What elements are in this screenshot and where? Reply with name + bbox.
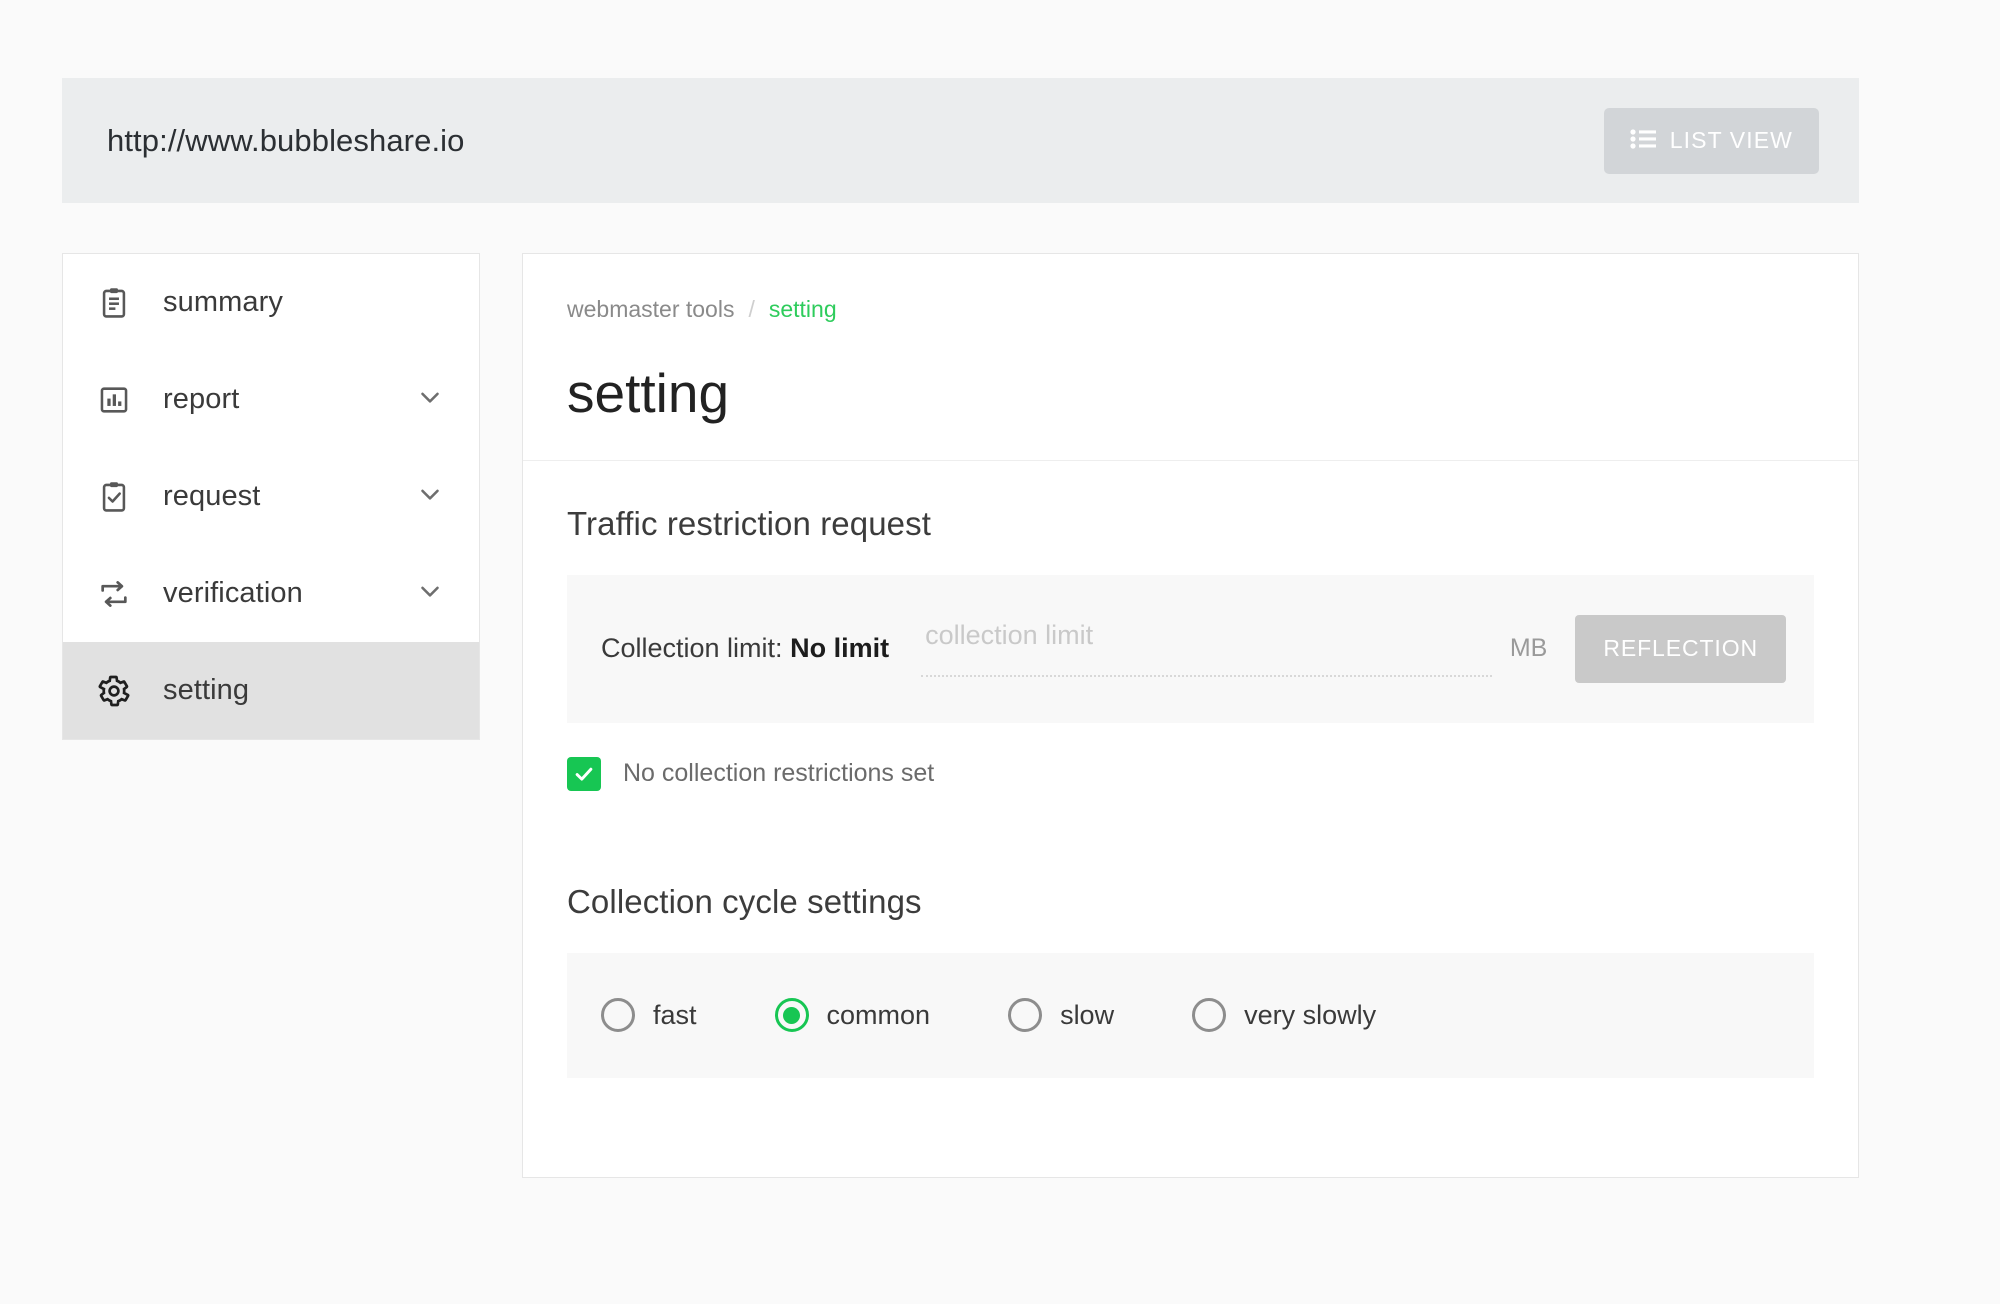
chevron-down-icon[interactable] — [415, 576, 445, 611]
sidebar-item-label: request — [163, 480, 261, 512]
card-body: Traffic restriction request Collection l… — [523, 461, 1858, 1078]
radio-option-label: fast — [653, 999, 697, 1030]
radio-option-label: very slowly — [1244, 999, 1377, 1030]
collection-limit-value: No limit — [790, 633, 890, 663]
collection-limit-input[interactable] — [921, 620, 1492, 653]
chevron-down-icon[interactable] — [415, 382, 445, 417]
radio-icon[interactable] — [1008, 998, 1043, 1032]
breadcrumb-parent[interactable]: webmaster tools — [567, 296, 734, 323]
traffic-section-title: Traffic restriction request — [567, 504, 931, 542]
list-view-label: LIST VIEW — [1669, 127, 1793, 153]
card-header: webmaster tools / setting setting — [523, 254, 1858, 461]
collection-limit-panel: Collection limit: No limit MB REFLECTION — [567, 574, 1814, 723]
radio-option-slow[interactable]: slow — [1008, 998, 1114, 1032]
sidebar-item-label: verification — [163, 577, 303, 609]
sidebar: summary report request verification sett… — [62, 253, 480, 740]
sidebar-item-summary[interactable]: summary — [63, 254, 479, 351]
clipboard-check-icon — [97, 480, 137, 514]
list-view-button[interactable]: LIST VIEW — [1603, 107, 1819, 174]
cycle-radio-group: fast common slow very slowly — [567, 952, 1814, 1078]
no-restrictions-checkbox-row[interactable]: No collection restrictions set — [567, 756, 1814, 791]
radio-icon-selected[interactable] — [774, 998, 809, 1032]
list-icon — [1630, 129, 1656, 152]
repeat-icon — [97, 577, 137, 611]
gear-icon — [97, 674, 137, 708]
bar-chart-icon — [97, 383, 137, 417]
radio-option-label: common — [826, 999, 931, 1030]
unit-label: MB — [1509, 634, 1548, 662]
clipboard-text-icon — [97, 286, 137, 320]
sidebar-item-label: report — [163, 383, 240, 415]
sidebar-item-setting[interactable]: setting — [63, 642, 479, 739]
radio-option-very-slowly[interactable]: very slowly — [1192, 998, 1376, 1032]
breadcrumb-current[interactable]: setting — [769, 296, 837, 323]
url-text: http://www.bubbleshare.io — [107, 122, 465, 158]
sidebar-item-label: summary — [163, 286, 283, 318]
sidebar-item-label: setting — [163, 674, 250, 706]
breadcrumb-separator: / — [748, 296, 755, 322]
cycle-section-title: Collection cycle settings — [567, 882, 922, 920]
radio-icon[interactable] — [601, 998, 635, 1032]
browser-header-bar: http://www.bubbleshare.io LIST VIEW — [62, 78, 1859, 203]
checkbox-checked-icon[interactable] — [567, 756, 601, 791]
reflection-button[interactable]: REFLECTION — [1575, 614, 1786, 683]
no-restrictions-label: No collection restrictions set — [623, 759, 935, 787]
radio-option-fast[interactable]: fast — [601, 998, 697, 1032]
page-title: setting — [567, 362, 730, 424]
app-root: http://www.bubbleshare.io LIST VIEW summ… — [0, 0, 2000, 1304]
sidebar-item-request[interactable]: request — [63, 448, 479, 545]
radio-option-label: slow — [1060, 999, 1115, 1030]
radio-option-common[interactable]: common — [774, 998, 931, 1032]
sidebar-item-verification[interactable]: verification — [63, 545, 479, 642]
sidebar-item-report[interactable]: report — [63, 351, 479, 448]
collection-limit-prefix: Collection limit: — [601, 633, 783, 663]
main-content-card: webmaster tools / setting setting Traffi… — [522, 253, 1859, 1178]
collection-limit-label: Collection limit: No limit — [601, 633, 889, 664]
cycle-section: Collection cycle settings fast common sl… — [567, 883, 1814, 1078]
chevron-down-icon[interactable] — [415, 479, 445, 514]
collection-limit-input-wrap — [921, 620, 1492, 677]
radio-icon[interactable] — [1192, 998, 1227, 1032]
breadcrumb: webmaster tools / setting — [567, 296, 1814, 323]
